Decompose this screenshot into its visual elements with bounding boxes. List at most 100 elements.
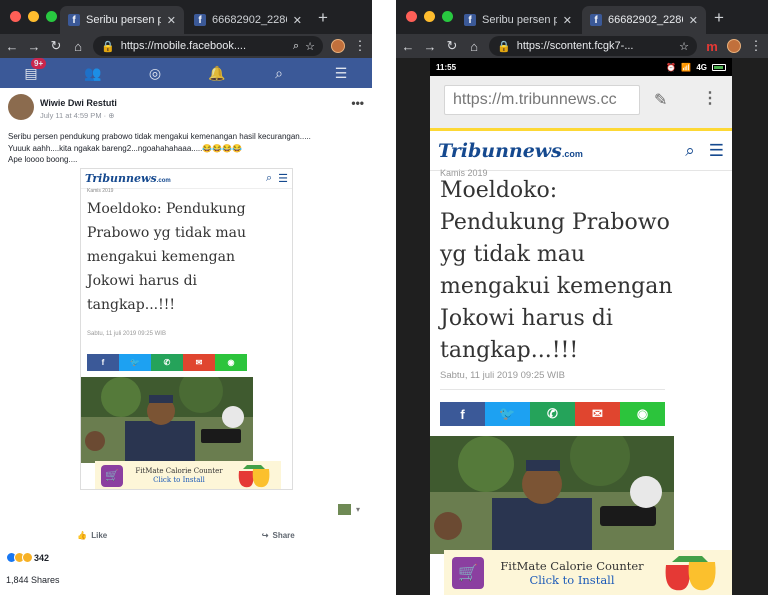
phone-url-field: https://m.tribunnews.cc (444, 85, 640, 115)
advertisement: 🛒 FitMate Calorie Counter Click to Insta… (444, 550, 732, 595)
post-image[interactable]: Tribunnews.com ⌕ ☰ Kamis 2019 Moeldoko: P… (80, 168, 293, 490)
comment-as-avatar[interactable] (338, 504, 351, 515)
home-icon[interactable]: ⌂ (467, 39, 481, 54)
logo-main: Tribunnews (85, 172, 157, 185)
post-text-line: Ape loooo boong.... (8, 155, 78, 164)
post-text-line: Yuuuk aahh....kita ngakak bareng2...ngoa… (8, 143, 243, 153)
star-icon[interactable]: ☆ (679, 40, 689, 53)
lock-icon: 🔒 (497, 40, 511, 53)
close-tab-icon[interactable]: ✕ (293, 14, 302, 27)
new-tab-button[interactable]: + (318, 8, 328, 28)
more-options-icon[interactable]: ••• (351, 96, 364, 110)
close-tab-icon[interactable]: ✕ (689, 14, 698, 27)
tab-2[interactable]: f 66682902_22863 ✕ (186, 6, 310, 34)
menu-icon[interactable]: ⋮ (353, 38, 367, 54)
post-timestamp[interactable]: July 11 at 4:59 PM · (40, 111, 108, 120)
close-window-icon[interactable] (10, 11, 21, 22)
phone-page: Tribunnews.com ⌕ ☰ Kamis 2019 Moeldoko: P… (430, 131, 732, 595)
tab-1[interactable]: f Seribu persen pen ✕ (60, 6, 184, 34)
share-buttons: f 🐦 ✆ ✉ ◉ (440, 402, 665, 426)
lock-icon: 🔒 (101, 40, 115, 53)
chevron-down-icon[interactable]: ▾ (356, 505, 360, 514)
tribunnews-logo: Tribunnews.com (85, 172, 171, 185)
share-label: Share (272, 530, 295, 540)
email-share-icon: ✉ (575, 402, 620, 426)
phone-time: 11:55 (436, 62, 457, 72)
profile-avatar[interactable] (331, 39, 345, 53)
author-name[interactable]: Wiwie Dwi Restuti (40, 98, 117, 108)
back-icon[interactable]: ← (401, 39, 415, 54)
forward-icon[interactable]: → (423, 39, 437, 54)
tab-title: Seribu persen pen (86, 14, 161, 26)
menu-icon[interactable]: ⋮ (749, 38, 763, 54)
article-title: Moeldoko: Pendukung Prabowo yg tidak mau… (87, 201, 247, 313)
forward-icon[interactable]: → (27, 39, 41, 54)
tab-title: 66682902_22863 (212, 14, 287, 26)
search-icon[interactable]: ⌕ (293, 40, 299, 53)
new-tab-button[interactable]: + (714, 8, 724, 28)
star-icon[interactable]: ☆ (305, 40, 315, 53)
extension-icon[interactable]: m (705, 39, 719, 54)
shares-count[interactable]: 1,844 Shares (6, 575, 60, 585)
tab-1[interactable]: f Seribu persen pen ✕ (456, 6, 580, 34)
messenger-icon[interactable]: ◎ (143, 65, 167, 82)
friends-icon[interactable]: 👥 (81, 65, 105, 82)
reload-icon[interactable]: ↻ (445, 38, 459, 54)
news-feed-icon[interactable]: ▤ 9+ (19, 57, 47, 82)
tab-title: 66682902_22863 (608, 14, 683, 26)
profile-avatar[interactable] (727, 39, 741, 53)
author-avatar[interactable] (8, 94, 34, 120)
browser-toolbar: ← → ↻ ⌂ 🔒 https://scontent.fcgk7-... ☆ m… (396, 34, 768, 58)
home-icon[interactable]: ⌂ (71, 39, 85, 54)
post-meta: July 11 at 4:59 PM · ⊕ (40, 111, 115, 120)
pepper-icon (235, 463, 275, 489)
network-type: 4G (696, 62, 707, 72)
bell-icon[interactable]: 🔔 (205, 65, 229, 82)
article-photo (81, 377, 253, 463)
maximize-window-icon[interactable] (46, 11, 57, 22)
facebook-icon: f (464, 14, 476, 26)
article-photo (430, 436, 674, 554)
address-bar[interactable]: 🔒 https://scontent.fcgk7-... ☆ (489, 36, 697, 56)
close-tab-icon[interactable]: ✕ (167, 14, 176, 27)
twitter-share-icon: 🐦 (119, 354, 151, 371)
wow-reaction-icon (22, 552, 33, 563)
thumbs-up-icon: 👍 (77, 530, 88, 540)
tab-bar: f Seribu persen pen ✕ f 66682902_22863 ✕… (0, 0, 372, 34)
post-header: Wiwie Dwi Restuti July 11 at 4:59 PM · ⊕… (8, 94, 364, 126)
article-title: Moeldoko: Pendukung Prabowo yg tidak mau… (440, 178, 673, 363)
search-icon[interactable]: ⌕ (267, 65, 291, 82)
tab-2[interactable]: f 66682902_22863 ✕ (582, 6, 706, 34)
like-button[interactable]: 👍 Like (77, 531, 107, 540)
url-text: https://scontent.fcgk7-... (516, 40, 634, 52)
twitter-share-icon: 🐦 (485, 402, 530, 426)
close-tab-icon[interactable]: ✕ (563, 14, 572, 27)
reaction-count: 342 (34, 552, 50, 563)
search-icon: ⌕ (685, 140, 695, 160)
reload-icon[interactable]: ↻ (49, 38, 63, 54)
share-button[interactable]: ↪ Share (262, 531, 295, 540)
notification-badge: 9+ (31, 57, 47, 69)
minimize-window-icon[interactable] (424, 11, 435, 22)
hamburger-menu-icon: ☰ (708, 140, 724, 160)
share-arrow-icon: ↪ (261, 530, 269, 540)
tribun-header: Tribunnews.com ⌕ ☰ (430, 131, 732, 171)
address-bar[interactable]: 🔒 https://mobile.facebook.... ⌕ ☆ (93, 36, 323, 56)
back-icon[interactable]: ← (5, 39, 19, 54)
facebook-icon: f (194, 14, 206, 26)
menu-icon: ⋮ (702, 90, 718, 107)
hamburger-menu-icon[interactable]: ☰ (329, 65, 353, 82)
advertisement: 🛒 FitMate Calorie Counter Click to Insta… (95, 461, 281, 489)
whatsapp-share-icon: ✆ (151, 354, 183, 371)
close-window-icon[interactable] (406, 11, 417, 22)
window-controls (10, 11, 57, 22)
reaction-summary[interactable]: 342 (6, 552, 49, 563)
maximize-window-icon[interactable] (442, 11, 453, 22)
tribun-header: Tribunnews.com ⌕ ☰ (81, 169, 292, 189)
minimize-window-icon[interactable] (28, 11, 39, 22)
divider (440, 389, 665, 390)
article-timestamp: Sabtu, 11 juli 2019 09:25 WIB (87, 331, 166, 337)
tab-title: Seribu persen pen (482, 14, 557, 26)
browser-toolbar: ← → ↻ ⌂ 🔒 https://mobile.facebook.... ⌕ … (0, 34, 372, 58)
post-text: Seribu persen pendukung prabowo tidak me… (8, 131, 364, 166)
